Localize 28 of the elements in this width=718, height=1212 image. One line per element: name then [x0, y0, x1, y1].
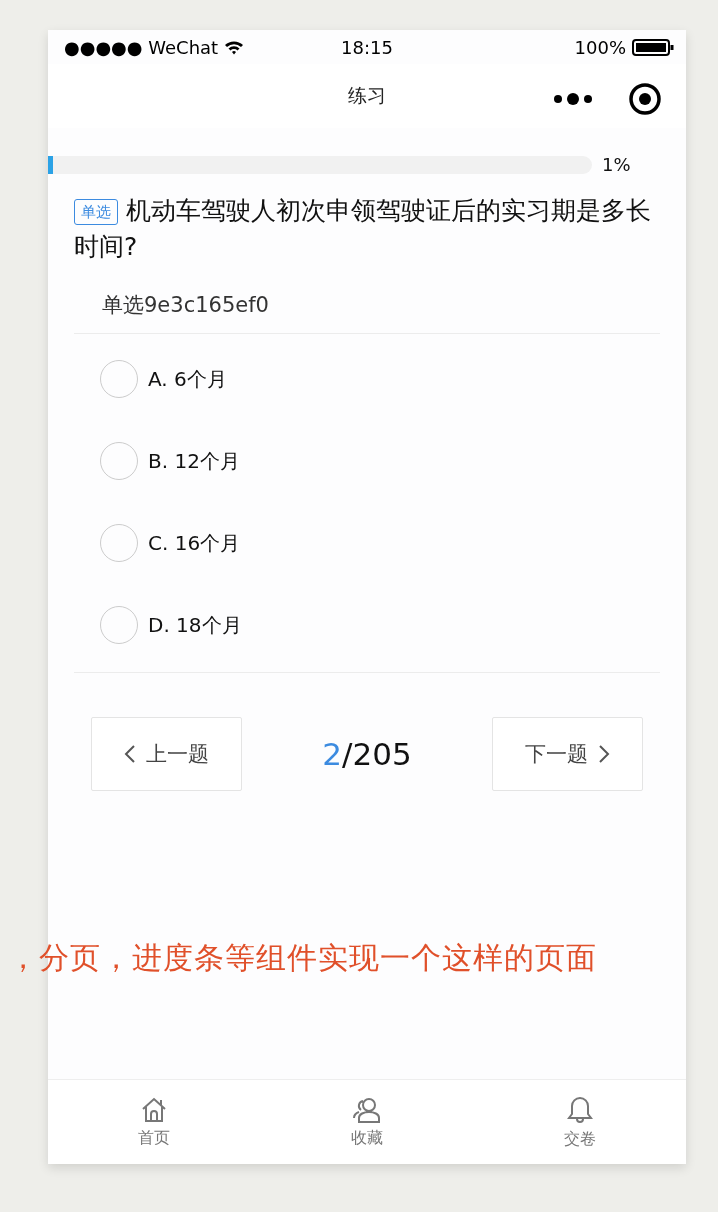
chevron-right-icon [598, 744, 610, 764]
more-icon[interactable] [554, 92, 592, 106]
progress-percent: 1% [602, 154, 631, 175]
battery-icon [632, 38, 674, 56]
battery-percent: 100% [574, 36, 626, 58]
tab-bar-item[interactable]: 交卷 [473, 1080, 686, 1164]
carrier-label: ●●●●● WeChat [64, 36, 219, 58]
annotation-caption: ，分页，进度条等组件实现一个这样的页面 [8, 939, 597, 977]
wifi-icon [224, 39, 245, 55]
chevron-left-icon [124, 744, 136, 764]
answer-option[interactable]: C. 16个月 [74, 502, 660, 584]
close-mini-program-icon[interactable] [628, 82, 662, 116]
previous-button[interactable]: 上一题 [91, 717, 242, 791]
question-text: 单选 机动车驾驶人初次申领驾驶证后的实习期是多长时间? [73, 195, 652, 263]
answer-option[interactable]: A. 6个月 [74, 338, 660, 420]
page-title: 练习 [348, 83, 386, 108]
answer-option[interactable]: B. 12个月 [74, 420, 660, 502]
bell-icon [565, 1094, 594, 1125]
clock-time: 18:15 [341, 36, 393, 58]
current-page-number: 2 [322, 736, 343, 772]
next-button[interactable]: 下一题 [492, 717, 643, 791]
answer-option[interactable]: D. 18个月 [74, 584, 660, 666]
people-icon [351, 1095, 383, 1124]
option-group-title: 单选9e3c165ef0 [74, 291, 660, 334]
question-type-tag: 单选 [74, 199, 118, 225]
total-page-count: /205 [342, 736, 412, 772]
tab-bar-item[interactable]: 首页 [48, 1080, 261, 1164]
tab-bar-item[interactable]: 收藏 [260, 1080, 474, 1164]
